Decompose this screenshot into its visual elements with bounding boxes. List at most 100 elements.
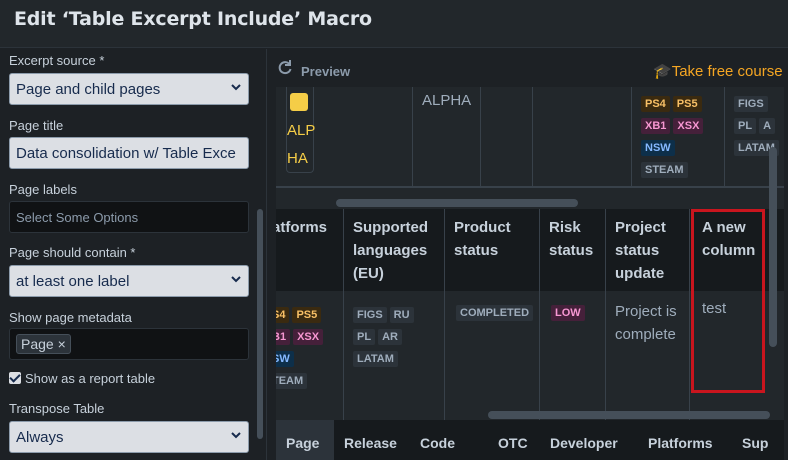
show-as-report-checkbox[interactable]: Show as a report table	[9, 371, 155, 386]
platform-tags: S4PS5 B1XSX SW TEAM	[276, 305, 338, 393]
horizontal-scrollbar[interactable]	[336, 199, 578, 207]
col-divider	[689, 209, 690, 291]
show-as-report-label: Show as a report table	[25, 371, 156, 386]
header-product-status: Product status	[454, 216, 511, 262]
page-should-contain-value: at least one label	[16, 273, 130, 290]
dialog-header: Edit ‘Table Excerpt Include’ Macro	[0, 0, 788, 48]
chip-remove-icon[interactable]: ×	[58, 336, 66, 352]
header-line: update	[615, 265, 665, 282]
col-divider	[605, 209, 606, 291]
col-divider	[444, 209, 445, 291]
col-divider	[605, 291, 606, 425]
tag: PS5	[292, 307, 322, 323]
horizontal-scrollbar[interactable]	[488, 411, 770, 419]
refresh-icon[interactable]	[277, 59, 293, 75]
chevron-down-icon	[231, 84, 241, 91]
tag: LATAM	[353, 351, 398, 367]
tag: S4	[276, 307, 290, 323]
chevron-down-icon	[231, 432, 241, 439]
tag: FIGS	[353, 307, 387, 323]
bottom-header: Developer	[550, 435, 618, 451]
take-course-link[interactable]: 🎓Take free course	[653, 62, 783, 80]
excerpt-source-select[interactable]: Page and child pages	[9, 73, 249, 105]
header-risk-status: Risk status	[549, 216, 593, 262]
show-page-metadata-label: Show page metadata	[9, 310, 132, 325]
tag: XB1	[641, 118, 671, 134]
preview-label: Preview	[301, 64, 351, 79]
page-labels-input[interactable]: Select Some Options	[9, 201, 249, 233]
tag: B1	[276, 329, 291, 345]
dialog-title: Edit ‘Table Excerpt Include’ Macro	[14, 8, 372, 30]
col-divider	[412, 87, 413, 187]
header-line: Supported	[353, 219, 428, 236]
show-page-metadata-input[interactable]: Page ×	[9, 328, 249, 360]
tag: NSW	[641, 140, 675, 156]
header-line: Project	[615, 219, 666, 236]
bottom-header: Page	[286, 435, 320, 451]
col-divider	[631, 87, 632, 187]
tag: PS4	[641, 96, 670, 112]
tag: XSX	[673, 118, 704, 134]
header-line: Product	[454, 219, 511, 236]
tag: A	[759, 118, 776, 134]
col-divider	[480, 87, 481, 187]
transpose-select[interactable]: Always	[9, 421, 249, 453]
tag: PL	[734, 118, 757, 134]
page-should-contain-select[interactable]: at least one label	[9, 265, 249, 297]
col-divider	[539, 291, 540, 425]
transpose-label: Transpose Table	[9, 401, 105, 416]
col-divider	[532, 87, 533, 187]
vertical-scrollbar[interactable]	[769, 147, 777, 347]
header-languages: Supported languages (EU)	[353, 216, 428, 285]
chevron-down-icon	[231, 276, 241, 283]
tag: AR	[378, 329, 402, 345]
tag: XSX	[293, 329, 324, 345]
row-divider	[276, 186, 784, 188]
checkbox-checked-icon	[9, 372, 21, 384]
form-scrollbar[interactable]	[257, 209, 263, 439]
col-divider	[444, 291, 445, 425]
header-line: languages	[353, 242, 428, 259]
col-divider	[724, 87, 725, 187]
preview-frame: ALP HA ALPHA PS4 PS5 XB1 XSX NSW STEAM FIG…	[276, 87, 784, 460]
transpose-value: Always	[16, 429, 64, 446]
highlight-box	[691, 209, 765, 393]
tag: PS5	[672, 96, 702, 112]
metadata-chip-label: Page	[21, 336, 54, 352]
alp-text-2: HA	[287, 150, 308, 167]
header-project-status: Project status update	[615, 216, 666, 285]
product-status-lozenge: COMPLETED	[456, 305, 534, 321]
bottom-header: Sup	[742, 435, 769, 451]
macro-form: Excerpt source * Page and child pages Pa…	[0, 49, 266, 460]
tag: TEAM	[276, 373, 308, 389]
tag: PL	[353, 329, 376, 345]
excerpt-source-label: Excerpt source *	[9, 53, 105, 68]
tag: RU	[389, 307, 414, 323]
text-line: Project is	[615, 303, 677, 320]
tag: SW	[276, 351, 294, 367]
col-divider	[343, 291, 344, 425]
col-divider	[539, 209, 540, 291]
bottom-header: Code	[420, 435, 455, 451]
bottom-header: Platforms	[648, 435, 713, 451]
bottom-table-header: Page Release Code OTC Developer Platform…	[276, 420, 784, 460]
preview-pane: Preview 🎓Take free course ALP HA ALPHA P…	[266, 49, 788, 460]
page-title-input[interactable]: Data consolidation w/ Table Exce	[9, 137, 249, 169]
project-update-text: Project is complete	[615, 300, 677, 346]
tag: STEAM	[641, 162, 688, 178]
header-line: status	[615, 242, 660, 259]
alp-text-1: ALP	[287, 122, 316, 139]
bottom-header: OTC	[498, 435, 528, 451]
page-should-contain-label: Page should contain *	[9, 245, 136, 260]
text-line: complete	[615, 326, 676, 343]
header-line: Risk	[549, 219, 581, 236]
take-course-label: Take free course	[671, 63, 783, 80]
platform-tags-top: PS4 PS5 XB1 XSX NSW STEAM	[641, 94, 721, 182]
header-line: (EU)	[353, 265, 384, 282]
page-labels-label: Page labels	[9, 182, 77, 197]
header-platforms: atforms	[276, 219, 328, 236]
col-divider	[689, 291, 690, 425]
excerpt-source-value: Page and child pages	[16, 81, 161, 98]
risk-status-lozenge: LOW	[551, 305, 585, 321]
header-line: status	[549, 242, 594, 259]
